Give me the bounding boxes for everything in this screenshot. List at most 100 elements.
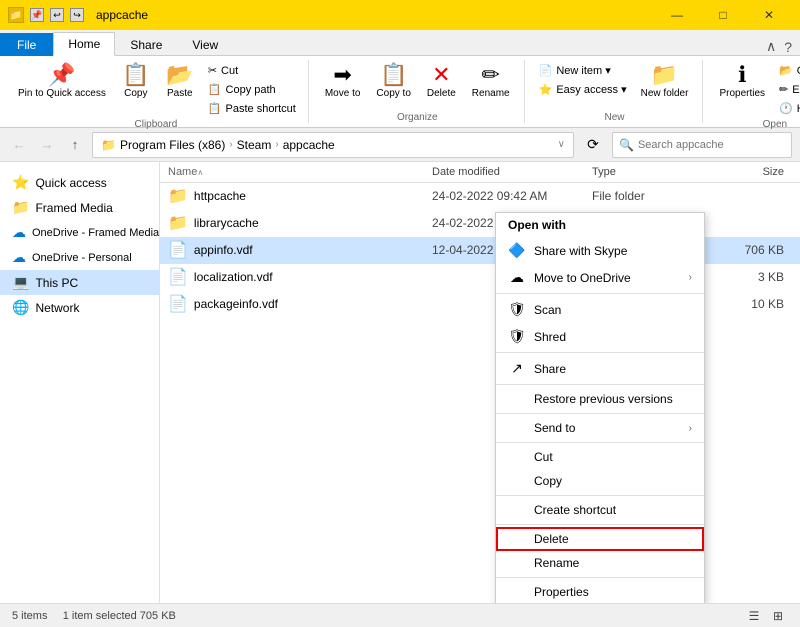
- ctx-item[interactable]: Rename: [496, 551, 704, 575]
- pin-to-quick-access-button[interactable]: 📌 Pin to Quick access: [12, 62, 112, 102]
- up-button[interactable]: ↑: [64, 134, 86, 156]
- large-icons-view-button[interactable]: ⊞: [768, 606, 788, 626]
- ctx-item[interactable]: Send to›: [496, 416, 704, 440]
- close-button[interactable]: ✕: [746, 0, 792, 30]
- ctx-item[interactable]: 🛡Scan: [496, 296, 704, 323]
- easy-access-button[interactable]: ⭐ Easy access ▾: [535, 81, 631, 98]
- sidebar-label-onedrive-framed: OneDrive - Framed Media: [32, 227, 159, 239]
- delete-button[interactable]: ✕ Delete: [421, 62, 462, 102]
- ctx-item[interactable]: Properties: [496, 580, 704, 603]
- ctx-label: Shred: [534, 330, 566, 344]
- tab-share[interactable]: Share: [115, 33, 177, 56]
- paste-shortcut-button[interactable]: 📋 Paste shortcut: [204, 100, 300, 117]
- ctx-label: Properties: [534, 585, 589, 599]
- ribbon-collapse-icon[interactable]: ∧: [766, 38, 776, 55]
- organize-group-label: Organize: [397, 110, 438, 123]
- ctx-item[interactable]: Copy: [496, 469, 704, 493]
- col-header-size[interactable]: Size: [712, 166, 792, 178]
- file-name: librarycache: [194, 216, 259, 230]
- help-icon[interactable]: ?: [784, 39, 792, 55]
- clipboard-small-buttons: ✂ Cut 📋 Copy path 📋 Paste shortcut: [204, 62, 300, 117]
- move-icon: ➡: [333, 64, 351, 86]
- file-name-cell: 📁 librarycache: [168, 213, 432, 233]
- cut-label: Cut: [221, 65, 238, 77]
- file-icon: 📄: [168, 294, 188, 314]
- framed-media-icon: 📁: [12, 199, 29, 216]
- quick-access-btn[interactable]: 📌: [30, 8, 44, 22]
- redo-btn[interactable]: ↪: [70, 8, 84, 22]
- search-input[interactable]: [638, 139, 785, 151]
- undo-btn[interactable]: ↩: [50, 8, 64, 22]
- network-icon: 🌐: [12, 299, 29, 316]
- new-folder-button[interactable]: 📁 New folder: [635, 62, 695, 102]
- tab-home[interactable]: Home: [53, 32, 115, 56]
- edit-button[interactable]: ✏ Edit: [775, 81, 800, 98]
- path-part-3[interactable]: appcache: [283, 138, 335, 152]
- ctx-label: Scan: [534, 303, 561, 317]
- clipboard-items: 📌 Pin to Quick access 📋 Copy 📂 Paste ✂ C…: [12, 60, 300, 117]
- ctx-label: Share with Skype: [534, 244, 627, 258]
- ctx-item[interactable]: Create shortcut: [496, 498, 704, 522]
- col-header-name[interactable]: Name ∧: [168, 166, 432, 178]
- sidebar-item-quick-access[interactable]: ⭐ Quick access: [0, 170, 159, 195]
- ctx-delete-item[interactable]: Delete: [496, 527, 704, 551]
- ctx-divider: [496, 352, 704, 353]
- copy-path-button[interactable]: 📋 Copy path: [204, 81, 300, 98]
- maximize-button[interactable]: □: [700, 0, 746, 30]
- sidebar-item-framed-media[interactable]: 📁 Framed Media: [0, 195, 159, 220]
- col-header-date[interactable]: Date modified: [432, 166, 592, 178]
- move-label: Move to: [325, 88, 361, 100]
- copy-to-button[interactable]: 📋 Copy to: [370, 62, 416, 102]
- ctx-item[interactable]: Restore previous versions: [496, 387, 704, 411]
- tab-file[interactable]: File: [0, 33, 53, 56]
- ctx-item[interactable]: ↗Share: [496, 355, 704, 382]
- sidebar-item-network[interactable]: 🌐 Network: [0, 295, 159, 320]
- tab-view[interactable]: View: [177, 33, 233, 56]
- sidebar-item-onedrive-framed[interactable]: ☁ OneDrive - Framed Media: [0, 220, 159, 245]
- sidebar-item-this-pc[interactable]: 💻 This PC: [0, 270, 159, 295]
- ribbon-group-open: ℹ Properties 📂 Open ▾ ✏ Edit 🕐 History O…: [705, 60, 800, 123]
- back-button[interactable]: ←: [8, 134, 30, 156]
- edit-icon: ✏: [779, 83, 788, 96]
- col-header-type[interactable]: Type: [592, 166, 712, 178]
- copy-to-label: Copy to: [376, 88, 410, 100]
- path-part-1[interactable]: Program Files (x86): [120, 138, 225, 152]
- view-buttons: ☰ ⊞: [744, 606, 788, 626]
- file-type: File folder: [592, 189, 712, 203]
- ctx-label: Share: [534, 362, 566, 376]
- new-group-label: New: [605, 110, 625, 123]
- sort-arrow: ∧: [197, 168, 203, 177]
- path-part-2[interactable]: Steam: [237, 138, 272, 152]
- folder-icon: 📁: [168, 213, 188, 233]
- ctx-item[interactable]: 🔷Share with Skype: [496, 237, 704, 264]
- search-box[interactable]: 🔍: [612, 132, 792, 158]
- easy-access-icon: ⭐: [539, 83, 553, 96]
- rename-button[interactable]: ✏ Rename: [466, 62, 516, 102]
- sidebar-item-onedrive-personal[interactable]: ☁ OneDrive - Personal: [0, 245, 159, 270]
- ctx-item[interactable]: Cut: [496, 445, 704, 469]
- title-bar: 📁 📌 ↩ ↪ appcache — □ ✕: [0, 0, 800, 30]
- history-button[interactable]: 🕐 History: [775, 100, 800, 117]
- ctx-item[interactable]: ☁Move to OneDrive›: [496, 264, 704, 291]
- paste-shortcut-label: Paste shortcut: [226, 103, 296, 115]
- details-view-button[interactable]: ☰: [744, 606, 764, 626]
- copy-button[interactable]: 📋 Copy: [116, 62, 156, 102]
- open-button[interactable]: 📂 Open ▾: [775, 62, 800, 79]
- rename-label: Rename: [472, 88, 510, 100]
- window-controls: — □ ✕: [654, 0, 792, 30]
- quick-access-icon: ⭐: [12, 174, 29, 191]
- table-row[interactable]: 📁 httpcache 24-02-2022 09:42 AM File fol…: [160, 183, 800, 210]
- folder-icon: 📁: [168, 186, 188, 206]
- forward-button[interactable]: →: [36, 134, 58, 156]
- address-path[interactable]: 📁 Program Files (x86) › Steam › appcache…: [92, 132, 574, 158]
- move-to-button[interactable]: ➡ Move to: [319, 62, 367, 102]
- ctx-item[interactable]: 🛡Shred: [496, 323, 704, 350]
- cut-button[interactable]: ✂ Cut: [204, 62, 300, 79]
- properties-button[interactable]: ℹ Properties: [713, 62, 771, 102]
- path-dropdown-arrow[interactable]: ∨: [558, 139, 565, 150]
- paste-button[interactable]: 📂 Paste: [160, 62, 200, 102]
- ctx-label: Create shortcut: [534, 503, 616, 517]
- new-item-button[interactable]: 📄 New item ▾: [535, 62, 631, 79]
- minimize-button[interactable]: —: [654, 0, 700, 30]
- refresh-button[interactable]: ⟳: [580, 132, 606, 158]
